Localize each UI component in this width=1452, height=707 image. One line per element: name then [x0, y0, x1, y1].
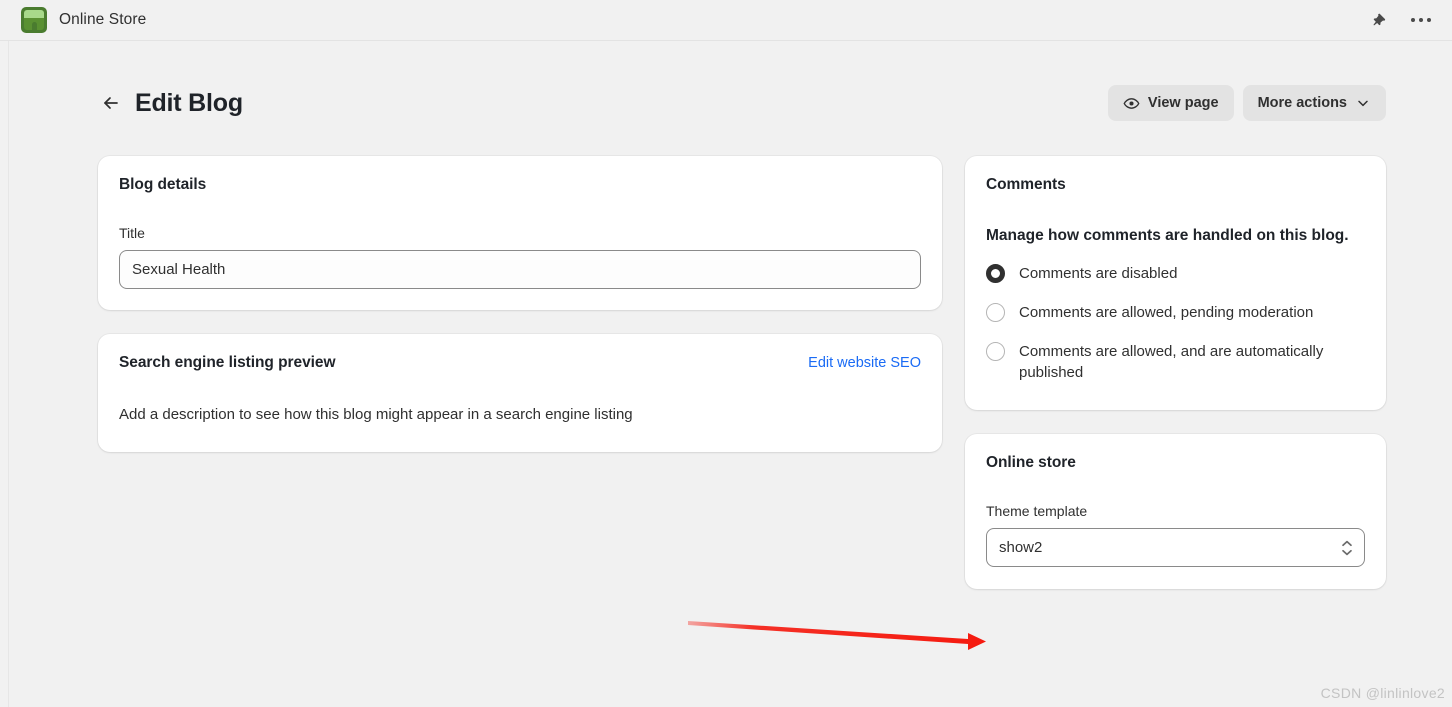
blog-details-card: Blog details Title	[98, 156, 942, 310]
radio-indicator[interactable]	[986, 264, 1005, 283]
seo-header-row: Search engine listing preview Edit websi…	[119, 354, 921, 372]
title-input[interactable]	[119, 250, 921, 289]
storefront-icon	[21, 7, 47, 33]
radio-indicator[interactable]	[986, 341, 1005, 361]
online-store-title: Online store	[986, 454, 1076, 471]
radio-label: Comments are allowed, and are automatica…	[1019, 342, 1324, 382]
arrow-left-icon[interactable]	[96, 88, 126, 118]
theme-template-label: Theme template	[986, 503, 1088, 519]
view-page-button[interactable]: View page	[1107, 85, 1234, 121]
chevron-down-icon	[1355, 95, 1371, 111]
top-bar-left: Online Store	[0, 7, 146, 33]
radio-indicator[interactable]	[986, 302, 1005, 322]
radio-option-auto-published[interactable]: Comments are allowed, and are automatica…	[986, 341, 1365, 385]
pin-icon[interactable]	[1362, 5, 1392, 35]
more-actions-label: More actions	[1257, 95, 1347, 111]
title-field-label: Title	[119, 225, 145, 241]
overflow-dots	[1410, 17, 1432, 23]
page-content: Edit Blog View page More actions Blog de…	[10, 41, 1452, 707]
side-column: Comments Manage how comments are handled…	[965, 156, 1386, 613]
top-bar-right	[1362, 5, 1452, 35]
radio-label: Comments are allowed, pending moderation	[1019, 303, 1314, 321]
theme-template-value: show2	[999, 539, 1043, 556]
comments-title: Comments	[986, 176, 1066, 193]
watermark: CSDN @linlinlove2	[1320, 685, 1445, 701]
left-rail	[0, 41, 9, 707]
online-store-card: Online store Theme template show2	[965, 434, 1386, 589]
content-columns: Blog details Title Search engine listing…	[98, 156, 1386, 613]
radio-label: Comments are disabled	[1019, 265, 1178, 282]
radio-option-pending-moderation[interactable]: Comments are allowed, pending moderation	[986, 302, 1365, 324]
more-horizontal-icon[interactable]	[1406, 5, 1436, 35]
view-page-label: View page	[1147, 95, 1219, 111]
seo-title: Search engine listing preview	[119, 354, 336, 371]
radio-option-comments-disabled[interactable]: Comments are disabled	[986, 263, 1365, 285]
store-name: Online Store	[59, 11, 147, 28]
storefront-door	[31, 22, 37, 30]
seo-preview-card: Search engine listing preview Edit websi…	[98, 334, 942, 452]
seo-description: Add a description to see how this blog m…	[119, 406, 633, 423]
top-bar: Online Store	[0, 0, 1452, 41]
comments-lead: Manage how comments are handled on this …	[986, 227, 1349, 244]
page-title: Edit Blog	[135, 88, 243, 117]
blog-details-title: Blog details	[119, 176, 207, 193]
more-actions-button[interactable]: More actions	[1242, 85, 1386, 121]
comments-card: Comments Manage how comments are handled…	[965, 156, 1386, 410]
header-actions: View page More actions	[1107, 85, 1386, 121]
page-header: Edit Blog View page More actions	[98, 82, 1386, 124]
edit-website-seo-link[interactable]: Edit website SEO	[808, 355, 921, 371]
theme-template-select[interactable]: show2	[986, 528, 1365, 567]
theme-template-select-wrap: show2	[986, 528, 1365, 567]
main-column: Blog details Title Search engine listing…	[98, 156, 942, 476]
comments-radio-group: Comments are disabled Comments are allow…	[986, 263, 1365, 384]
app-window: Online Store Edit Blog View page More ac…	[0, 0, 1452, 707]
eye-icon	[1123, 95, 1140, 112]
